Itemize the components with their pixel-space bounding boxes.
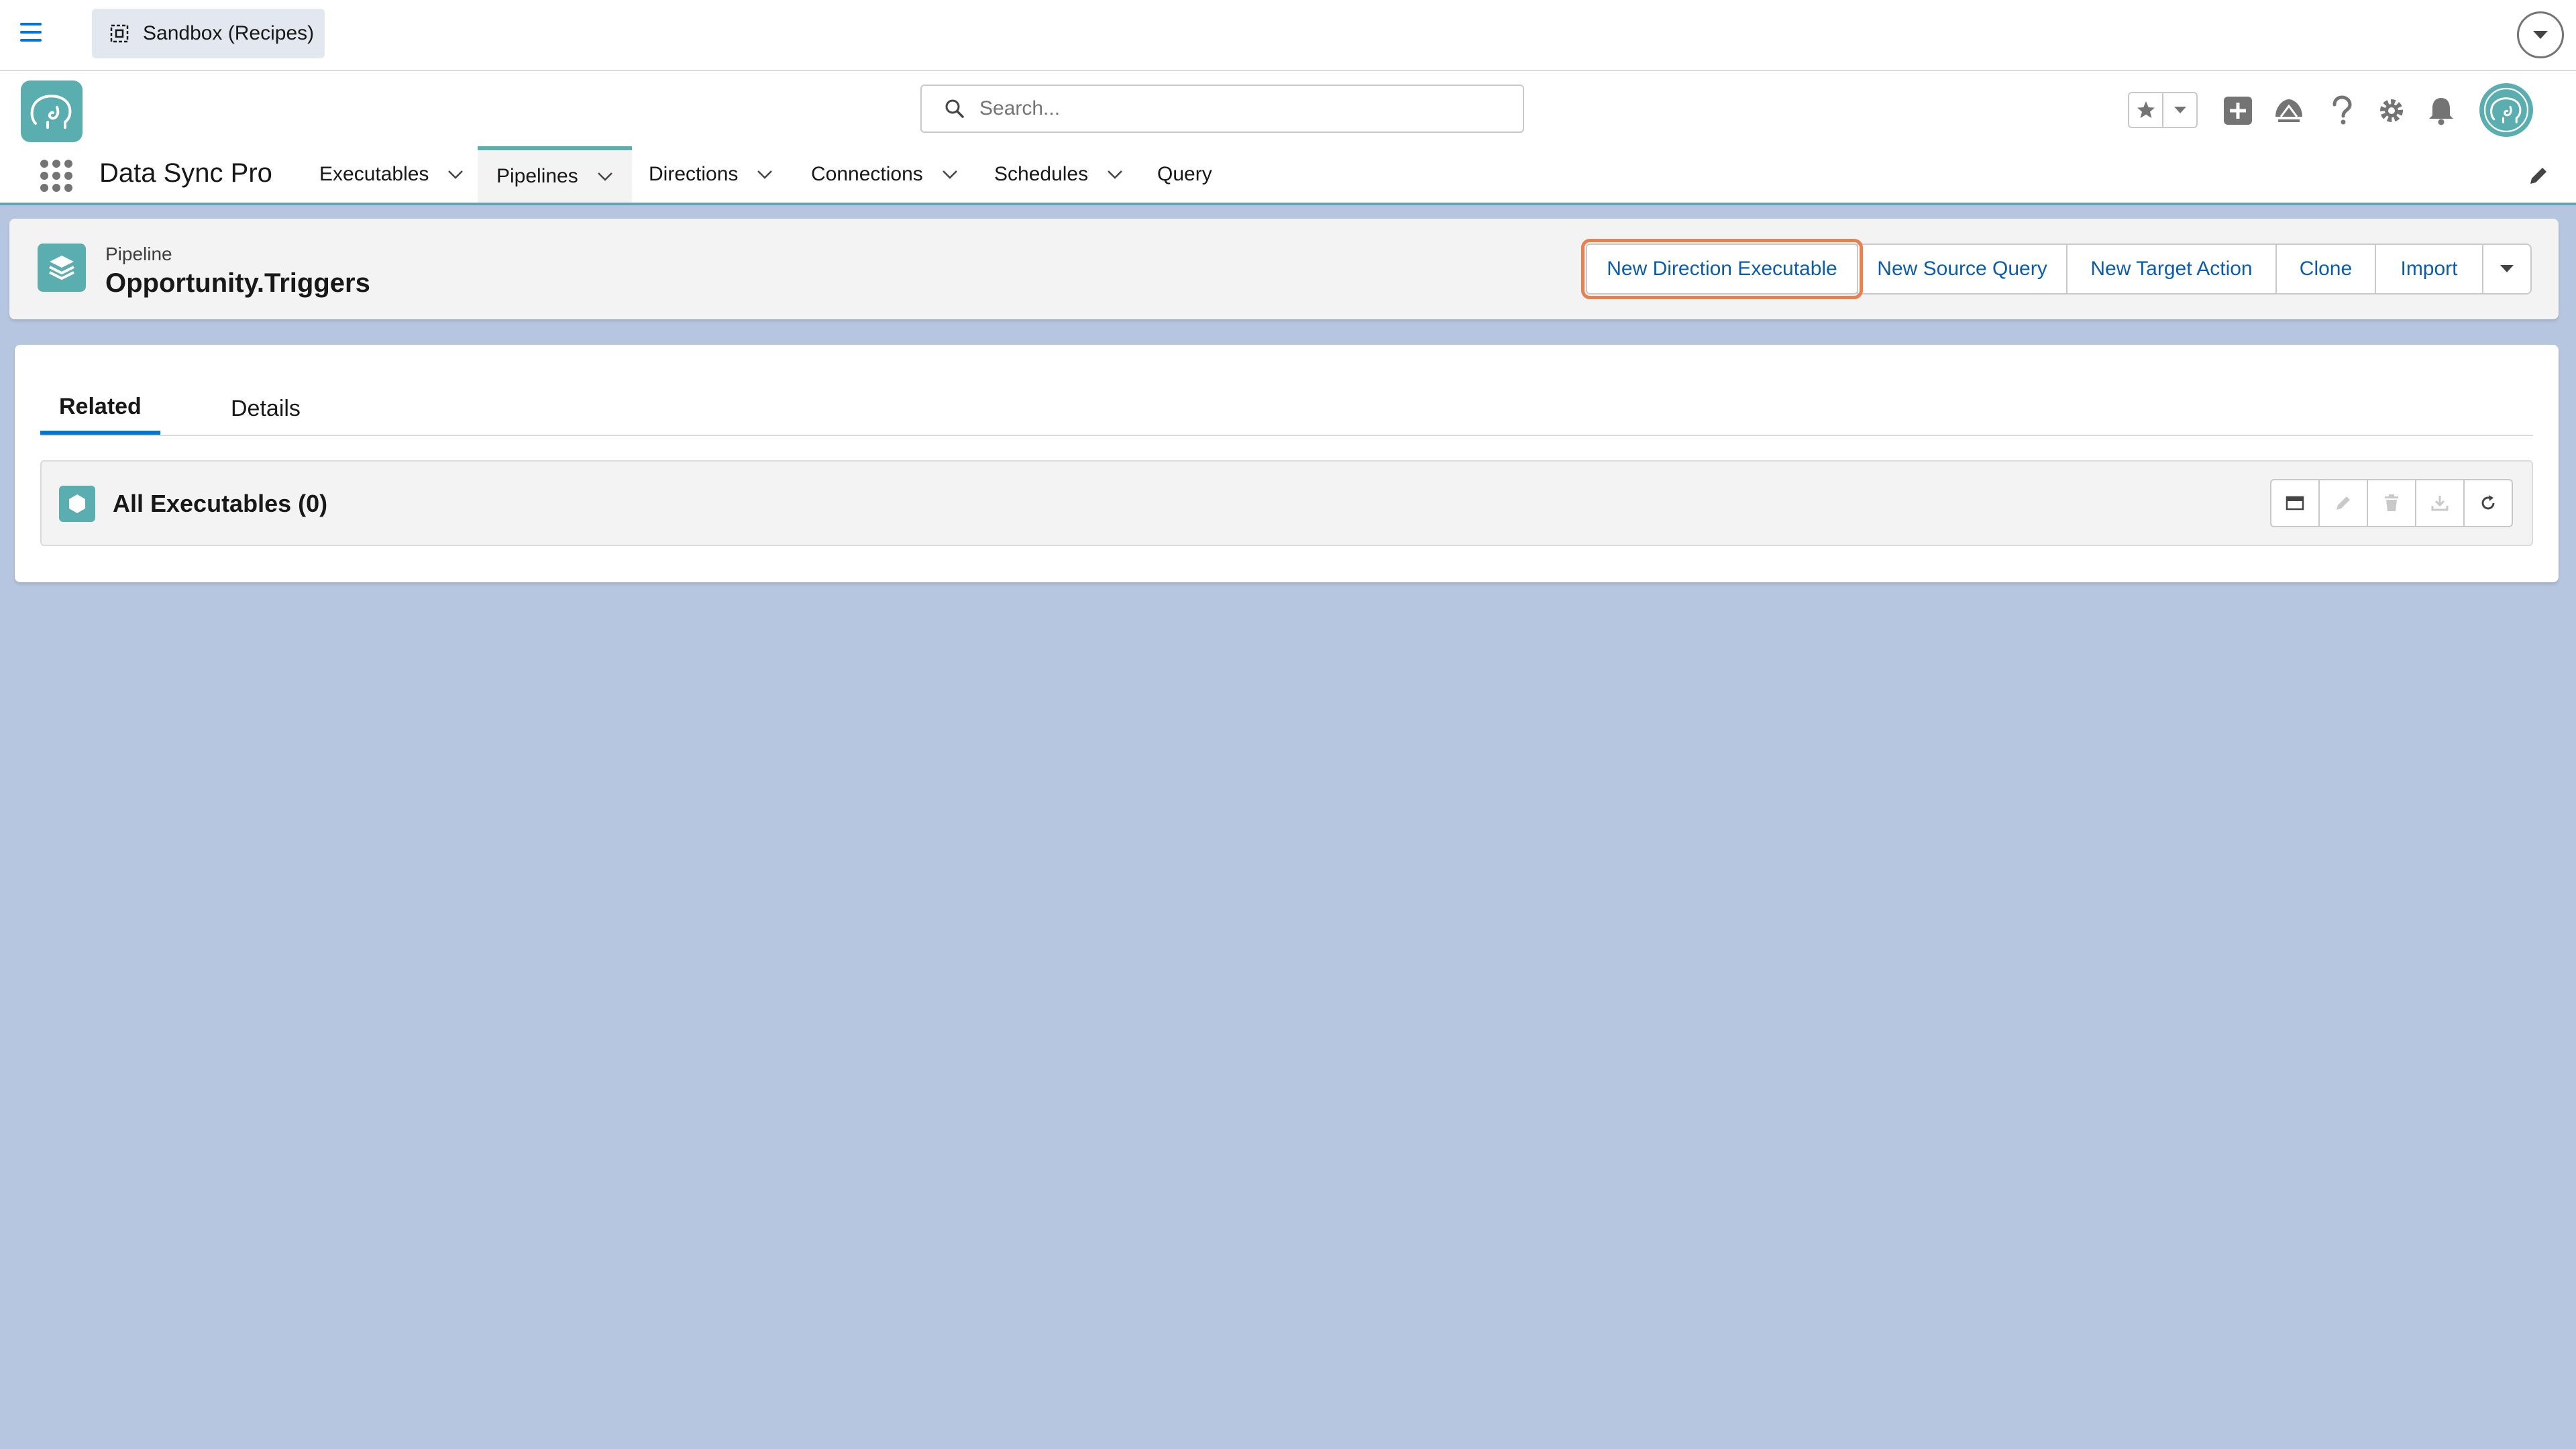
bell-icon	[2429, 98, 2453, 125]
nav-item-label: Query	[1157, 163, 1212, 185]
app-launcher-icon[interactable]	[39, 158, 74, 193]
nav-item-query[interactable]: Query	[1157, 146, 1212, 203]
download-button[interactable]	[2416, 480, 2465, 526]
chevron-down-icon[interactable]	[757, 169, 773, 180]
search-icon	[945, 99, 964, 118]
star-icon	[2137, 101, 2155, 118]
trailhead-button[interactable]	[2272, 94, 2306, 127]
download-icon	[2431, 496, 2449, 511]
import-button[interactable]: Import	[2375, 244, 2483, 294]
delete-button[interactable]	[2368, 480, 2416, 526]
tab-related[interactable]: Related	[40, 382, 160, 435]
record-type-label: Pipeline	[105, 244, 172, 264]
delete-icon	[2385, 494, 2398, 511]
global-header	[0, 71, 2576, 150]
related-list-title[interactable]: All Executables (0)	[113, 490, 327, 518]
nav-item-label: Schedules	[994, 163, 1089, 185]
chevron-down-icon	[2500, 265, 2514, 272]
hexagon-icon	[69, 494, 85, 513]
new-source-query-button[interactable]: New Source Query	[1857, 244, 2068, 294]
pipeline-record-icon	[38, 244, 86, 292]
sandbox-label: Sandbox (Recipes)	[143, 22, 315, 44]
app-logo	[21, 80, 83, 142]
nav-item-label: Executables	[319, 163, 429, 185]
search-input[interactable]	[978, 97, 1491, 121]
chevron-down-icon	[2533, 31, 2548, 39]
elephant-avatar-icon	[2483, 87, 2529, 133]
chevron-down-icon[interactable]	[942, 169, 958, 180]
chevron-down-icon[interactable]	[447, 169, 464, 180]
gear-icon	[2380, 99, 2403, 122]
nav-item-executables[interactable]: Executables	[319, 146, 464, 203]
help-icon	[2332, 95, 2352, 125]
new-target-action-button[interactable]: New Target Action	[2066, 244, 2277, 294]
help-button[interactable]	[2325, 94, 2359, 127]
sandbox-bar: Sandbox (Recipes)	[0, 0, 2576, 71]
layers-icon	[49, 256, 74, 280]
related-list-actions	[2270, 479, 2513, 527]
edit-icon	[2337, 496, 2350, 510]
record-actions: New Direction Executable New Source Quer…	[1581, 239, 2532, 299]
nav-item-label: Connections	[811, 163, 923, 185]
app-name: Data Sync Pro	[99, 158, 272, 188]
related-list-all-executables: All Executables (0)	[40, 460, 2533, 546]
edit-nav-icon[interactable]	[2528, 165, 2549, 186]
favorites-button-group	[2128, 92, 2198, 128]
chevron-down-icon[interactable]	[597, 171, 613, 182]
tab-details[interactable]: Details	[231, 382, 301, 435]
nav-item-directions[interactable]: Directions	[649, 146, 773, 203]
refresh-button[interactable]	[2465, 480, 2512, 526]
display-as-table-button[interactable]	[2271, 480, 2320, 526]
sandbox-icon	[110, 24, 129, 43]
nav-item-label: Directions	[649, 163, 739, 185]
global-search[interactable]	[920, 85, 1524, 133]
waffle-icon	[40, 160, 72, 192]
nav-item-schedules[interactable]: Schedules	[994, 146, 1123, 203]
favorites-button[interactable]	[2129, 93, 2163, 127]
record-title: Opportunity.Triggers	[105, 268, 370, 298]
app-nav-bar: Data Sync Pro Executables Pipelines Dire…	[0, 146, 2576, 205]
menu-icon[interactable]	[20, 23, 44, 43]
display-as-table-icon	[2286, 496, 2304, 511]
new-direction-executable-button[interactable]: New Direction Executable	[1581, 239, 1863, 299]
elephant-logo-icon	[30, 95, 72, 129]
clone-button[interactable]: Clone	[2275, 244, 2376, 294]
chevron-down-icon	[2174, 107, 2186, 113]
setup-button[interactable]	[2375, 94, 2408, 127]
more-actions-button[interactable]	[2482, 244, 2532, 294]
global-actions-button[interactable]	[2221, 94, 2255, 127]
nav-item-connections[interactable]: Connections	[811, 146, 958, 203]
chevron-down-icon[interactable]	[1107, 169, 1123, 180]
nav-item-pipelines[interactable]: Pipelines	[478, 146, 632, 203]
record-highlights-panel: Pipeline Opportunity.Triggers New Direct…	[9, 219, 2559, 319]
record-detail-card: Related Details All Executables (0)	[15, 345, 2559, 582]
executable-object-icon	[59, 486, 95, 522]
account-menu-button[interactable]	[2517, 11, 2564, 58]
nav-item-label: Pipelines	[496, 165, 578, 187]
record-tabs: Related Details	[40, 382, 2533, 436]
add-icon	[2224, 97, 2252, 125]
refresh-icon	[2481, 495, 2495, 510]
edit-button[interactable]	[2320, 480, 2368, 526]
notifications-button[interactable]	[2424, 94, 2458, 127]
trailhead-icon	[2275, 99, 2302, 122]
favorites-dropdown-button[interactable]	[2163, 93, 2196, 127]
sandbox-indicator[interactable]: Sandbox (Recipes)	[92, 9, 325, 58]
user-avatar[interactable]	[2479, 83, 2533, 137]
